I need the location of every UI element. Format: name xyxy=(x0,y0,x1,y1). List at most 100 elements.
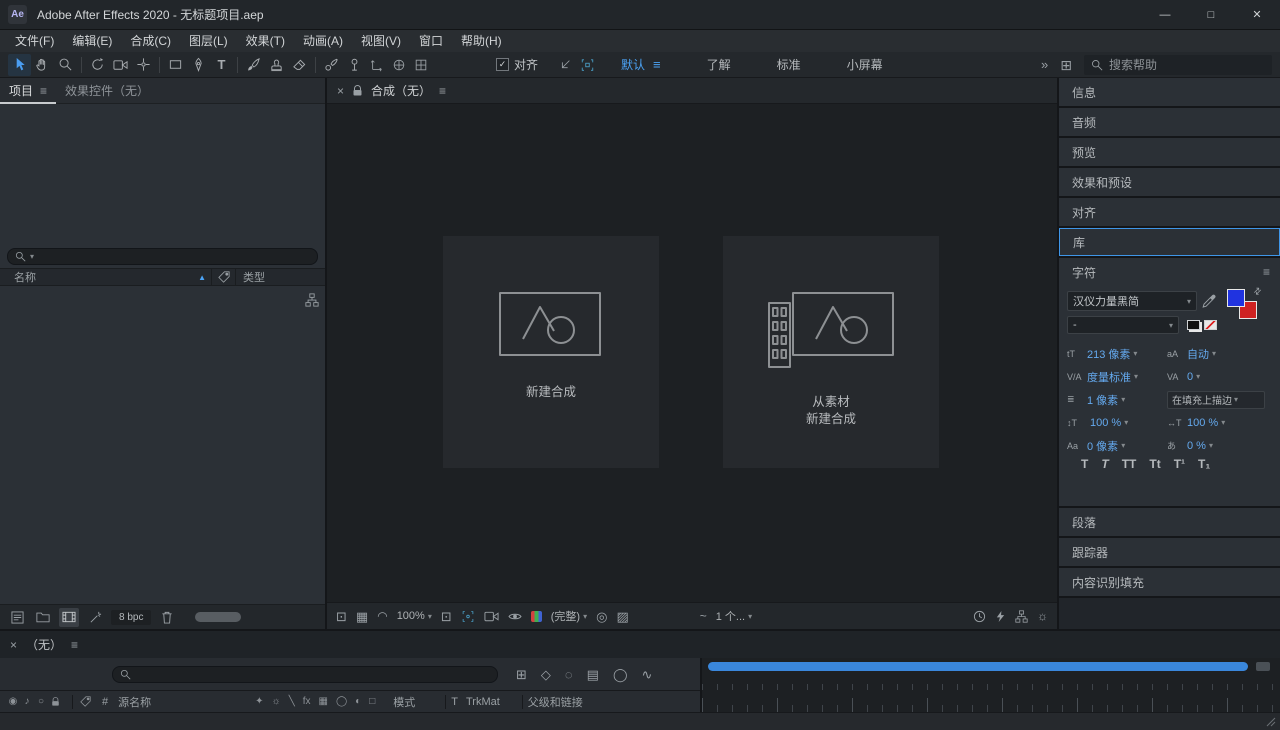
tracking-value[interactable]: 0 xyxy=(1187,371,1193,383)
hide-shy-layers-icon[interactable]: ◌ xyxy=(565,668,573,681)
pen-tool-icon[interactable] xyxy=(187,54,210,76)
column-source-name[interactable]: 源名称 xyxy=(118,694,151,710)
comp-flowchart-icon[interactable] xyxy=(1015,609,1028,623)
swap-fill-stroke-icon[interactable]: ⇄ xyxy=(1251,285,1264,298)
comp-mini-flowchart-icon[interactable]: ⊞ xyxy=(516,668,527,681)
new-composition-icon[interactable] xyxy=(59,607,79,627)
tab-composition[interactable]: 合成（无） xyxy=(371,82,431,99)
panel-preview[interactable]: 预览 xyxy=(1059,138,1280,166)
manage-workspaces-icon[interactable]: ⊞ xyxy=(1060,58,1072,72)
stroke-width-value[interactable]: 1 像素 xyxy=(1087,392,1118,408)
menu-view[interactable]: 视图(V) xyxy=(352,30,410,52)
faux-italic-button[interactable]: T xyxy=(1101,457,1108,471)
tab-close-icon[interactable]: × xyxy=(10,639,17,651)
frame-blending-icon[interactable]: ▤ xyxy=(587,668,599,681)
faux-bold-button[interactable]: T xyxy=(1081,457,1088,471)
target-region-icon[interactable]: ◎ xyxy=(596,610,607,623)
baseline-shift-value[interactable]: 0 像素 xyxy=(1087,438,1118,454)
snapshot-camera-icon[interactable] xyxy=(484,611,499,622)
search-caret-icon[interactable]: ▾ xyxy=(30,252,34,261)
rectangle-tool-icon[interactable] xyxy=(164,54,187,76)
no-fill-icon[interactable] xyxy=(1204,320,1217,330)
resolution-dropdown[interactable]: (完整) ▾ xyxy=(551,608,587,624)
menu-help[interactable]: 帮助(H) xyxy=(452,30,511,52)
roto-brush-tool-icon[interactable] xyxy=(320,54,343,76)
selection-tool-icon[interactable] xyxy=(8,53,31,76)
text-tool-icon[interactable]: T xyxy=(210,54,233,76)
panel-paragraph[interactable]: 段落 xyxy=(1059,508,1280,536)
reset-exposure-icon[interactable]: ☼ xyxy=(1037,610,1048,622)
transparency-grid-icon[interactable]: ▨ xyxy=(616,610,628,623)
clone-stamp-tool-icon[interactable] xyxy=(265,54,288,76)
magnification-dropdown[interactable]: 100% ▾ xyxy=(397,610,432,622)
pixel-aspect-icon[interactable]: ~ xyxy=(700,610,707,622)
default-fill-stroke-icon[interactable] xyxy=(1187,320,1200,330)
all-caps-button[interactable]: TT xyxy=(1122,457,1137,471)
stroke-mode-select[interactable]: 在填充上描边 ▾ xyxy=(1167,390,1265,409)
timeline-scrollbar-cap[interactable] xyxy=(1256,662,1270,671)
puppet-pin-tool-icon[interactable] xyxy=(343,54,366,76)
font-size-value[interactable]: 213 像素 xyxy=(1087,346,1130,362)
brush-tool-icon[interactable] xyxy=(242,54,265,76)
menu-edit[interactable]: 编辑(E) xyxy=(63,30,121,52)
panel-audio[interactable]: 音频 xyxy=(1059,108,1280,136)
eraser-tool-icon[interactable] xyxy=(288,54,311,76)
panel-menu-icon[interactable]: ≡ xyxy=(40,85,47,97)
menu-animation[interactable]: 动画(A) xyxy=(294,30,352,52)
interpret-footage-icon[interactable] xyxy=(7,608,27,627)
new-composition-card[interactable]: 新建合成 xyxy=(443,236,659,468)
vertical-scale-value2[interactable]: 100 % xyxy=(1090,417,1121,429)
new-composition-from-footage-card[interactable]: 从素材 新建合成 xyxy=(723,236,939,468)
view-layout-dropdown[interactable]: 1 个... ▾ xyxy=(716,608,752,624)
delete-icon[interactable] xyxy=(157,608,177,627)
workspace-tab-small-screen[interactable]: 小屏幕 xyxy=(847,56,883,73)
timeline-search-input[interactable] xyxy=(135,668,490,680)
timeline-search[interactable] xyxy=(112,665,498,683)
font-style-select[interactable]: - ▾ xyxy=(1067,316,1179,334)
menu-layer[interactable]: 图层(L) xyxy=(180,30,237,52)
fill-color-swatch[interactable] xyxy=(1227,289,1245,307)
leading-value[interactable]: 自动 xyxy=(1187,346,1209,362)
column-type[interactable]: 类型 xyxy=(236,269,265,285)
project-settings-icon[interactable] xyxy=(85,608,105,627)
tab-project[interactable]: 项目 ≡ xyxy=(0,78,56,104)
subscript-button[interactable]: T₁ xyxy=(1198,457,1210,471)
panel-menu-icon[interactable]: ≡ xyxy=(71,639,78,651)
guide-bounds-icon[interactable] xyxy=(461,610,475,623)
maximize-button[interactable]: □ xyxy=(1188,0,1234,30)
tab-effect-controls[interactable]: 效果控件（无） xyxy=(56,78,158,104)
preview-monitor-icon[interactable]: ⊡ xyxy=(336,610,347,623)
bit-depth-button[interactable]: 8 bpc xyxy=(111,609,152,625)
column-label-color[interactable] xyxy=(212,269,236,285)
eyedropper-icon[interactable] xyxy=(1202,294,1216,308)
panel-info[interactable]: 信息 xyxy=(1059,78,1280,106)
lock-icon[interactable] xyxy=(352,84,363,97)
workspace-menu-icon[interactable]: ≡ xyxy=(653,57,661,72)
workspace-tab-learn[interactable]: 了解 xyxy=(707,56,731,73)
snap-checkbox[interactable]: ✓ xyxy=(496,58,509,71)
project-search[interactable]: ▾ xyxy=(7,247,318,265)
timeline-scrollbar[interactable] xyxy=(708,662,1248,671)
panel-content-aware-fill[interactable]: 内容识别填充 xyxy=(1059,568,1280,596)
panel-libraries[interactable]: 库 xyxy=(1059,228,1280,256)
small-caps-button[interactable]: Tt xyxy=(1149,457,1160,471)
footer-scrollbar-thumb[interactable] xyxy=(195,612,242,622)
panel-tracker[interactable]: 跟踪器 xyxy=(1059,538,1280,566)
zoom-tool-icon[interactable] xyxy=(54,54,77,76)
panel-menu-icon[interactable]: ≡ xyxy=(1263,266,1270,278)
character-panel-header[interactable]: 字符 ≡ xyxy=(1059,258,1280,286)
timeline-ruler[interactable] xyxy=(702,690,1280,712)
help-search-input[interactable] xyxy=(1109,57,1265,72)
workspace-overflow-icon[interactable]: » xyxy=(1041,58,1048,71)
column-name[interactable]: 名称 ▲ xyxy=(0,269,212,285)
world-axis-mode-icon[interactable] xyxy=(388,55,410,75)
show-channels-icon[interactable] xyxy=(530,610,542,622)
minimize-button[interactable]: — xyxy=(1142,0,1188,30)
preview-time-icon[interactable] xyxy=(973,610,986,623)
menu-window[interactable]: 窗口 xyxy=(410,30,452,52)
local-axis-mode-icon[interactable] xyxy=(366,55,388,75)
superscript-button[interactable]: T¹ xyxy=(1174,457,1185,471)
menu-composition[interactable]: 合成(C) xyxy=(121,30,180,52)
tsume-value[interactable]: 0 % xyxy=(1187,440,1206,452)
pan-behind-tool-icon[interactable] xyxy=(132,54,155,76)
